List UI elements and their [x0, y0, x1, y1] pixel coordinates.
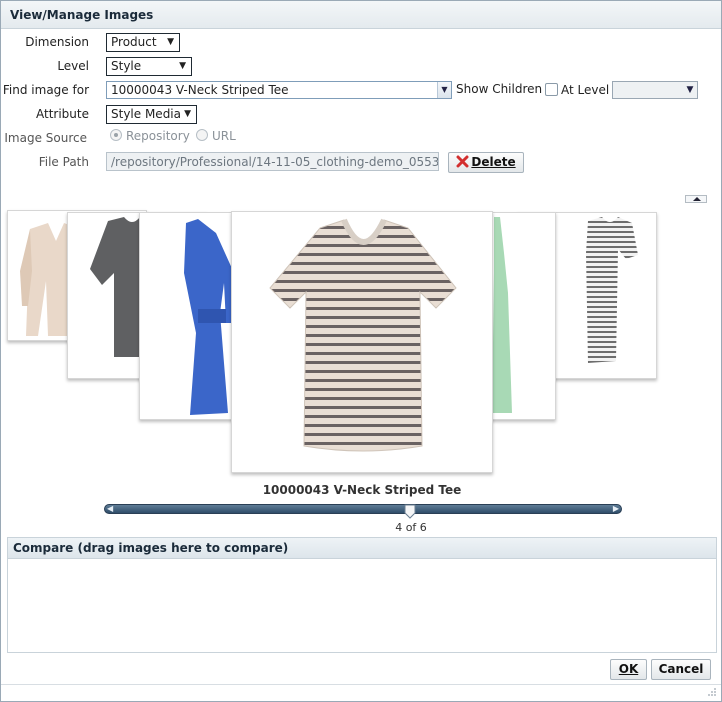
cancel-button-label: Cancel [658, 662, 704, 676]
dropdown-arrow-icon: ▼ [686, 85, 694, 95]
at-level-select[interactable]: ▼ [612, 81, 698, 99]
dimension-label: Dimension [25, 35, 89, 49]
at-level-label: At Level [561, 83, 610, 97]
source-url-label: URL [212, 129, 236, 143]
ok-button-label: OK [618, 662, 639, 676]
find-image-label: Find image for [2, 83, 89, 97]
compare-panel[interactable]: Compare (drag images here to compare) [7, 537, 717, 653]
slider-left-arrow-icon[interactable]: ◀ [107, 504, 113, 513]
carousel-position: 4 of 6 [395, 521, 427, 534]
dropdown-arrow-icon: ▼ [184, 109, 191, 119]
dialog-titlebar: View/Manage Images [1, 1, 721, 29]
cancel-button[interactable]: Cancel [651, 659, 711, 680]
file-path-field[interactable]: /repository/Professional/14-11-05_clothi… [106, 152, 439, 171]
carousel-image-4-selected[interactable] [231, 211, 493, 473]
dialog-title: View/Manage Images [10, 8, 154, 22]
delete-button-label: Delete [471, 155, 516, 169]
source-url-radio[interactable] [196, 129, 208, 141]
striped-vneck-image [269, 218, 457, 452]
file-path-label: File Path [38, 155, 89, 169]
footer-divider [1, 684, 721, 685]
source-repository-radio[interactable] [110, 129, 122, 141]
carousel-slider[interactable]: ◀ ▶ [104, 504, 622, 514]
slider-right-arrow-icon[interactable]: ▶ [613, 504, 619, 513]
delete-button[interactable]: Delete [448, 152, 524, 173]
dropdown-arrow-icon: ▼ [179, 61, 186, 71]
dropdown-arrow-icon[interactable]: ▼ [437, 82, 451, 98]
show-children-checkbox[interactable] [545, 83, 558, 96]
level-label: Level [57, 59, 89, 73]
carousel-caption: 10000043 V-Neck Striped Tee [262, 483, 462, 497]
level-select[interactable]: Style ▼ [106, 57, 192, 76]
attribute-select-value: Style Media [111, 107, 181, 121]
dropdown-arrow-icon: ▼ [167, 37, 174, 47]
image-source-label: Image Source [4, 131, 87, 145]
compare-header: Compare (drag images here to compare) [8, 538, 716, 559]
ok-button[interactable]: OK [610, 659, 647, 680]
delete-x-icon [456, 155, 469, 168]
view-manage-images-dialog: View/Manage Images Dimension Product ▼ L… [0, 0, 722, 702]
source-repository-label: Repository [126, 129, 190, 143]
find-image-combobox[interactable]: 10000043 V-Neck Striped Tee ▼ [106, 81, 452, 99]
dimension-select[interactable]: Product ▼ [106, 33, 180, 52]
find-image-value: 10000043 V-Neck Striped Tee [111, 83, 289, 97]
attribute-select[interactable]: Style Media ▼ [106, 105, 197, 124]
attribute-label: Attribute [36, 107, 89, 121]
slider-thumb-icon[interactable] [404, 504, 416, 519]
show-children-label: Show Children [456, 82, 543, 96]
level-select-value: Style [111, 59, 142, 73]
dimension-select-value: Product [111, 35, 157, 49]
resize-grip-icon[interactable] [707, 687, 717, 697]
